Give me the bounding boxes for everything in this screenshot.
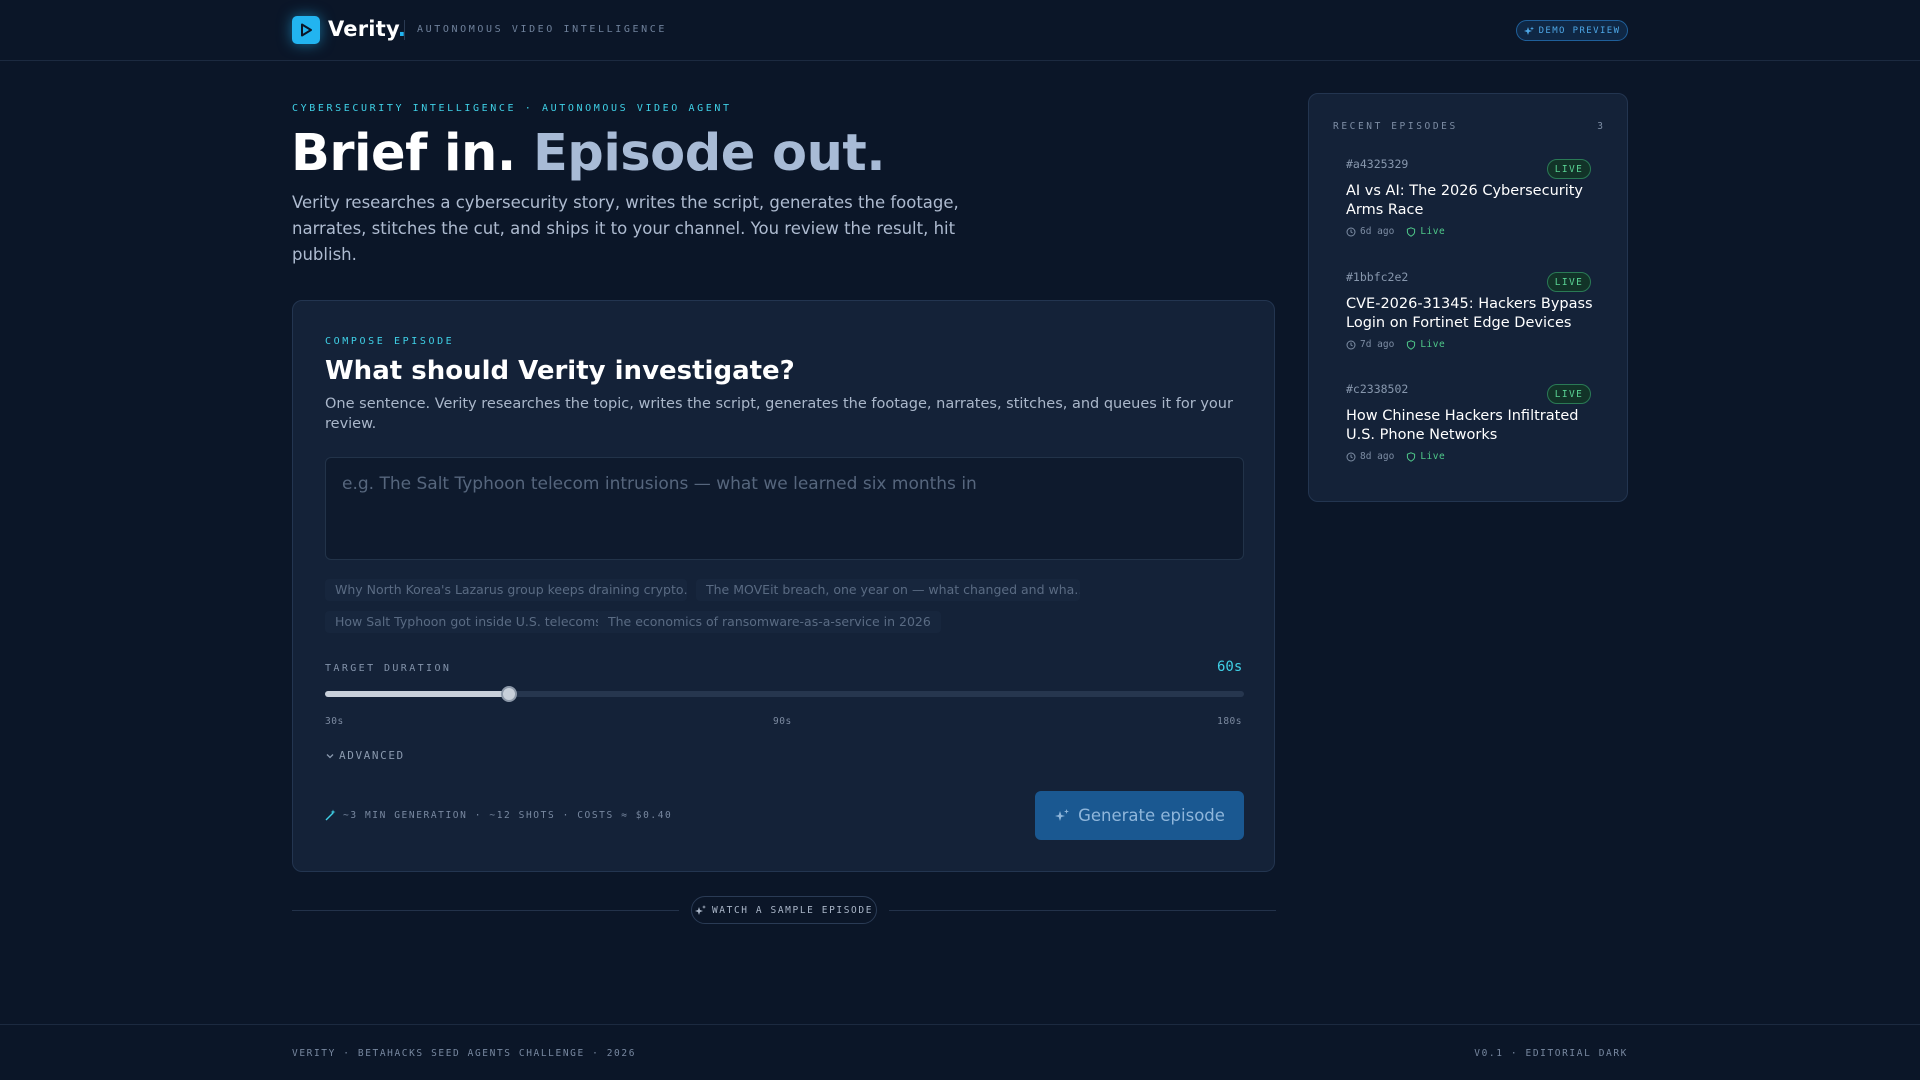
brand-name[interactable]: Verity. [328,17,406,41]
topic-input[interactable]: e.g. The Salt Typhoon telecom intrusions… [325,457,1244,560]
demo-preview-badge: DEMO PREVIEW [1516,20,1628,41]
duration-slider[interactable] [325,686,1244,702]
divider-left [292,910,679,911]
compose-card: COMPOSE EPISODE What should Verity inves… [292,300,1275,872]
suggestion-chip[interactable]: The economics of ransomware-as-a-service… [598,611,941,633]
hero-subtitle: Verity researches a cybersecurity story,… [292,193,959,264]
episode-title[interactable]: How Chinese Hackers Infiltrated U.S. Pho… [1346,407,1596,445]
sparkles-icon [1523,26,1534,35]
hero-title: Brief in. Episode out. [291,124,886,183]
suggestion-chip[interactable]: How Salt Typhoon got inside U.S. telecom… [325,611,612,633]
duration-tick-min: 30s [325,716,344,727]
episode-meta: 7d ago Live [1346,339,1445,350]
shield-check-icon [1407,451,1416,462]
compose-subtitle: One sentence. Verity researches the topi… [325,396,1233,432]
episode-meta: 6d ago Live [1346,226,1445,237]
episode-id: #1bbfc2e2 [1346,270,1409,284]
generation-meta: ~3 MIN GENERATION · ~12 SHOTS · COSTS ≈ … [325,809,672,821]
tagline: AUTONOMOUS VIDEO INTELLIGENCE [417,24,667,35]
episode-id: #c2338502 [1346,382,1409,396]
watch-sample-button[interactable]: WATCH A SAMPLE EPISODE [691,896,877,924]
shield-check-icon [1407,226,1416,237]
brand-divider [404,20,405,40]
duration-slider-thumb[interactable] [500,686,517,702]
recent-episodes-heading: RECENT EPISODES [1333,121,1458,132]
topic-input-placeholder: e.g. The Salt Typhoon telecom intrusions… [342,474,977,494]
clock-icon [1346,452,1356,461]
duration-tick-mid: 90s [773,716,792,727]
clock-icon [1346,227,1356,236]
hero-eyebrow: CYBERSECURITY INTELLIGENCE · AUTONOMOUS … [292,103,732,114]
recent-episodes-panel: RECENT EPISODES 3 #a4325329 LIVE AI vs A… [1308,93,1628,502]
footer-right: V0.1 · EDITORIAL DARK [1474,1048,1628,1059]
sparkles-icon [1055,808,1070,821]
duration-slider-fill [325,691,509,697]
sparkles-icon [694,904,706,915]
episode-meta: 8d ago Live [1346,451,1445,462]
shield-check-icon [1407,339,1416,350]
duration-label: TARGET DURATION [325,663,452,674]
compose-eyebrow: COMPOSE EPISODE [325,336,455,347]
recent-episodes-count: 3 [1597,121,1603,132]
live-badge: LIVE [1547,384,1591,404]
episode-title[interactable]: AI vs AI: The 2026 Cybersecurity Arms Ra… [1346,182,1596,220]
live-badge: LIVE [1547,159,1591,179]
footer-left: VERITY · BETAHACKS SEED AGENTS CHALLENGE… [292,1048,637,1059]
suggestion-chip[interactable]: The MOVEit breach, one year on — what ch… [696,579,1080,601]
top-bar: Verity. AUTONOMOUS VIDEO INTELLIGENCE DE… [0,0,1920,61]
chevron-down-icon [326,753,334,758]
clock-icon [1346,340,1356,349]
episode-id: #a4325329 [1346,157,1409,171]
divider-right [889,910,1276,911]
footer: VERITY · BETAHACKS SEED AGENTS CHALLENGE… [0,1024,1920,1080]
advanced-toggle[interactable]: ADVANCED [325,749,405,762]
live-badge: LIVE [1547,272,1591,292]
episode-title[interactable]: CVE-2026-31345: Hackers Bypass Login on … [1346,295,1596,333]
duration-value: 60s [1217,659,1243,675]
duration-tick-max: 180s [1217,716,1242,727]
suggestion-chip[interactable]: Why North Korea's Lazarus group keeps dr… [325,579,687,601]
magic-wand-icon [325,809,336,821]
compose-title: What should Verity investigate? [325,356,795,386]
generate-episode-button[interactable]: Generate episode [1035,791,1244,840]
play-icon[interactable] [292,16,320,44]
